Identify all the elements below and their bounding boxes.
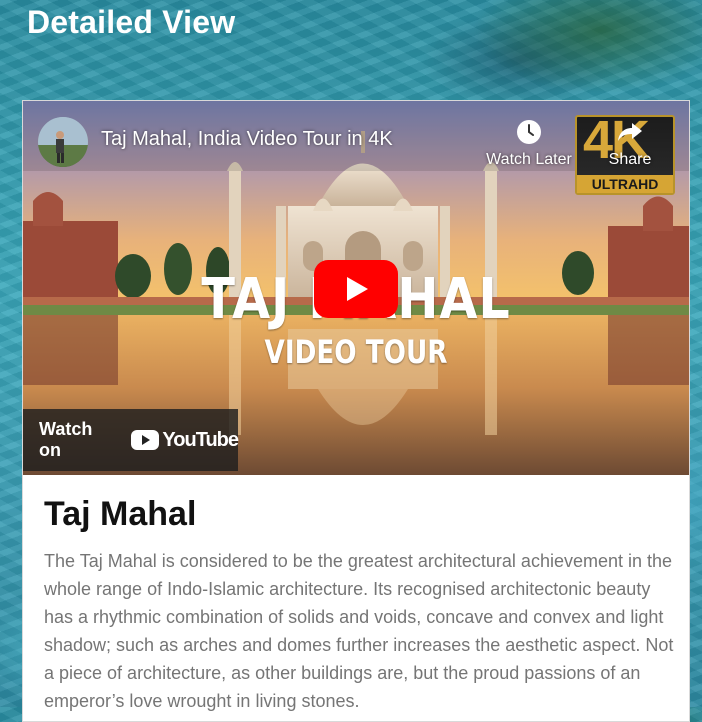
thumbnail-overlay-subtitle: VIDEO TOUR (264, 333, 448, 371)
badge-ultrahd-text: ULTRAHD (577, 175, 673, 193)
watch-on-youtube-button[interactable]: Watch on YouTube (23, 409, 239, 471)
place-description: The Taj Mahal is considered to be the gr… (44, 551, 674, 711)
youtube-wordmark: YouTube (162, 428, 239, 451)
video-player[interactable]: Taj Mahal, India Video Tour in 4K 4K ULT… (23, 101, 689, 475)
share-button[interactable]: Share (601, 119, 659, 169)
share-label: Share (608, 151, 652, 168)
share-icon (618, 123, 642, 141)
watch-later-label: Watch Later (486, 151, 572, 168)
page-title: Detailed View (27, 4, 236, 40)
detail-card: Taj Mahal, India Video Tour in 4K 4K ULT… (22, 100, 690, 722)
channel-avatar[interactable] (38, 117, 88, 167)
video-title[interactable]: Taj Mahal, India Video Tour in 4K (101, 128, 393, 151)
play-button[interactable] (314, 260, 398, 318)
watch-on-label: Watch on (39, 419, 93, 460)
place-title: Taj Mahal (44, 495, 197, 533)
clock-icon (517, 120, 541, 144)
watch-later-button[interactable]: Watch Later (481, 119, 577, 169)
avatar-icon (38, 117, 88, 167)
play-icon (347, 277, 368, 301)
youtube-logo-icon: YouTube (131, 428, 239, 452)
